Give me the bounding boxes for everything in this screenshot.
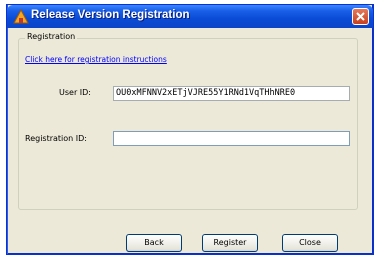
back-button[interactable]: Back bbox=[126, 234, 182, 252]
registration-id-input[interactable] bbox=[113, 131, 350, 146]
user-id-label: User ID: bbox=[59, 88, 91, 97]
dialog-client-area: Registration Click here for registration… bbox=[11, 28, 369, 252]
close-icon bbox=[356, 12, 365, 21]
close-window-button[interactable] bbox=[352, 8, 369, 25]
registration-dialog: Release Version Registration Registratio… bbox=[6, 4, 374, 255]
register-button[interactable]: Register bbox=[202, 234, 258, 252]
window-title: Release Version Registration bbox=[31, 9, 190, 21]
registration-group: Registration Click here for registration… bbox=[18, 32, 358, 210]
close-button[interactable]: Close bbox=[282, 234, 338, 252]
app-icon bbox=[13, 9, 29, 24]
user-id-field[interactable]: OU0xMFNNV2xETjVJRE55Y1RNd1VqTHhNRE0 bbox=[113, 86, 350, 101]
registration-id-label: Registration ID: bbox=[25, 134, 87, 143]
registration-instructions-link[interactable]: Click here for registration instructions bbox=[25, 55, 167, 64]
title-bar[interactable]: Release Version Registration bbox=[7, 5, 373, 28]
registration-group-label: Registration bbox=[25, 32, 78, 41]
